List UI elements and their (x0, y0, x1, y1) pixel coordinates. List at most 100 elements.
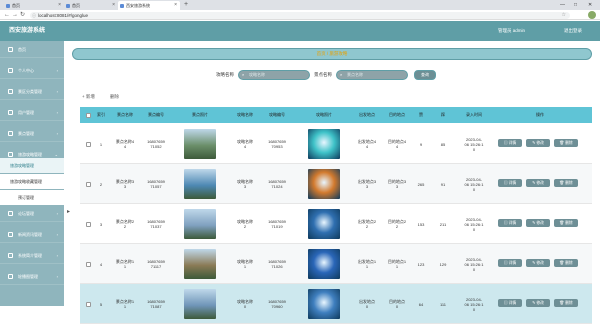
url-input[interactable]: ⓘ localhost:8081/#/gonglue ☆ (30, 11, 570, 19)
delete-button[interactable]: 🗑 删除 (554, 219, 578, 227)
delete-label: 删除 (565, 261, 573, 265)
forward-icon[interactable]: → (12, 10, 18, 20)
detail-button[interactable]: ▤ 详情 (498, 139, 522, 147)
cell-like: 123 (417, 261, 425, 267)
sidebar-item-label: 论坛管理 (18, 211, 34, 216)
table-row: 5 景点名称1 1 16807659 71087 攻略名称 0 16807659 709… (80, 284, 592, 324)
sidebar-item-label: 首页 (18, 47, 26, 52)
sidebar-item-home[interactable]: 首页 (0, 41, 64, 58)
back-icon[interactable]: ← (4, 10, 10, 20)
sidebar-subitem-guide-manage[interactable]: 旅游攻略管理 (0, 158, 64, 173)
browser-tab-strip: 首页 × 首页 × 西安旅游系统 × + — □ ✕ (0, 0, 600, 10)
col-header-like: 赞 (419, 112, 423, 117)
tab-close-icon[interactable]: × (174, 1, 177, 10)
cell-guide-name: 攻略名称 4 (237, 139, 253, 149)
cell-index: 5 (99, 301, 103, 307)
col-header-guide-name: 攻略名称 (237, 112, 253, 117)
edit-button[interactable]: ✎ 修改 (526, 259, 550, 267)
bulk-delete-button[interactable]: 删除 (110, 92, 119, 102)
detail-button[interactable]: ▤ 详情 (498, 219, 522, 227)
tab-close-icon[interactable]: × (112, 1, 115, 10)
delete-button[interactable]: 🗑 删除 (554, 139, 578, 147)
edit-button[interactable]: ✎ 修改 (526, 139, 550, 147)
row-checkbox[interactable] (86, 261, 91, 267)
browser-tab-1[interactable]: 首页 × (4, 1, 64, 10)
table-row: 1 景点名称4 4 16807659 71052 攻略名称 4 16807659 709… (80, 124, 592, 164)
maximize-button[interactable]: □ (574, 0, 577, 10)
sidebar-item-label: 系统简介管理 (18, 253, 42, 258)
cell-to: 目的地点1 1 (387, 259, 407, 269)
cell-scenic-no: 16807659 71037 (147, 219, 165, 229)
sidebar-item-label: 旅游攻略管理 (18, 152, 42, 157)
guide-name-input[interactable]: ⌕ 攻略名称 (238, 70, 310, 80)
guide-photo-image (308, 249, 340, 279)
col-header-dislike: 踩 (441, 112, 445, 117)
cell-guide-no: 16807659 71026 (268, 259, 286, 269)
edit-label: 修改 (536, 141, 544, 145)
sidebar-item-label: 轮播图管理 (18, 274, 38, 279)
drag-handle-icon[interactable]: ▸ (67, 208, 70, 215)
sidebar-item-scenic[interactable]: 景点管理 › (0, 125, 64, 142)
chevron-right-icon: › (56, 89, 58, 94)
edit-button[interactable]: ✎ 修改 (526, 179, 550, 187)
profile-avatar[interactable] (588, 11, 596, 19)
detail-button[interactable]: ▤ 详情 (498, 179, 522, 187)
scenic-photo-image (184, 249, 216, 279)
sidebar-subitem-guide-favorites[interactable]: 旅游攻略收藏管理 (0, 174, 64, 189)
search-icon: ⌕ (242, 72, 245, 77)
sidebar-item-category[interactable]: 景区分类管理 › (0, 83, 64, 100)
col-header-time: 录入时间 (466, 112, 482, 117)
close-window-button[interactable]: ✕ (588, 0, 592, 10)
sidebar-item-news[interactable]: 新闻资讯管理 › (0, 226, 64, 243)
reload-icon[interactable]: ↻ (20, 10, 25, 20)
chevron-right-icon: › (56, 110, 58, 115)
browser-tab-3[interactable]: 西安旅游系统 × (118, 1, 180, 10)
cell-scenic-photo (172, 284, 228, 324)
browser-tab-2[interactable]: 首页 × (64, 1, 118, 10)
detail-label: 详情 (508, 181, 517, 185)
url-text: localhost:8081/#/gonglue (38, 12, 89, 18)
tab-title: 首页 (72, 3, 80, 8)
sidebar: 首页 个人中心 › 景区分类管理 › 用户管理 › 景点管理 › 旅游攻略管理 ⌄ 旅游攻… (0, 41, 64, 306)
sidebar-item-users[interactable]: 用户管理 › (0, 104, 64, 121)
cell-like: 64 (418, 301, 424, 307)
query-button[interactable]: 查询 (414, 70, 436, 80)
row-checkbox[interactable] (86, 141, 91, 147)
cell-time: 2023-04- 06 15:26:1 0 (464, 136, 484, 152)
chevron-right-icon: › (56, 274, 58, 279)
cell-from: 出发地点3 3 (357, 179, 377, 189)
sidebar-subitem-booking[interactable]: 预订管理 (0, 190, 64, 205)
breadcrumb: 首页 / 旅游攻略 (72, 48, 592, 60)
sidebar-item-profile[interactable]: 个人中心 › (0, 62, 64, 79)
new-tab-icon[interactable]: + (184, 0, 188, 10)
row-checkbox[interactable] (86, 181, 91, 187)
cell-guide-photo (296, 204, 352, 244)
search-icon: ⌕ (340, 72, 343, 77)
select-all-checkbox[interactable] (86, 112, 91, 118)
logout-link[interactable]: 退出登录 (564, 26, 582, 36)
cell-index: 4 (99, 261, 103, 267)
row-checkbox[interactable] (86, 221, 91, 227)
edit-button[interactable]: ✎ 修改 (526, 219, 550, 227)
cell-scenic-photo (172, 204, 228, 244)
delete-button[interactable]: 🗑 删除 (554, 179, 578, 187)
edit-label: 修改 (536, 181, 544, 185)
table-row: 4 景点名称1 1 16807659 71117 攻略名称 1 16807659 710… (80, 244, 592, 284)
cell-from: 出发地点4 4 (357, 139, 377, 149)
sidebar-item-carousel[interactable]: 轮播图管理 › (0, 268, 64, 285)
delete-button[interactable]: 🗑 删除 (554, 259, 578, 267)
detail-button[interactable]: ▤ 详情 (498, 259, 522, 267)
scenic-photo-image (184, 129, 216, 159)
sidebar-item-forum[interactable]: 论坛管理 › (0, 205, 64, 222)
add-button[interactable]: + 新增 (82, 92, 95, 102)
bookmark-star-icon[interactable]: ☆ (562, 12, 566, 19)
table-header: 索引 景点名称 景点编号 景点照片 攻略名称 攻略编号 攻略照片 出发地点 目的… (80, 107, 592, 123)
tab-close-icon[interactable]: × (58, 1, 61, 10)
cell-guide-name: 攻略名称 0 (237, 299, 253, 309)
minimize-button[interactable]: — (560, 0, 565, 10)
cell-scenic-no: 16807659 71052 (147, 139, 165, 149)
address-bar: ← → ↻ ⓘ localhost:8081/#/gonglue ☆ (0, 10, 600, 20)
news-icon (8, 232, 13, 237)
sidebar-item-about[interactable]: 系统简介管理 › (0, 247, 64, 264)
scenic-name-input[interactable]: ⌕ 景点名称 (336, 70, 408, 80)
